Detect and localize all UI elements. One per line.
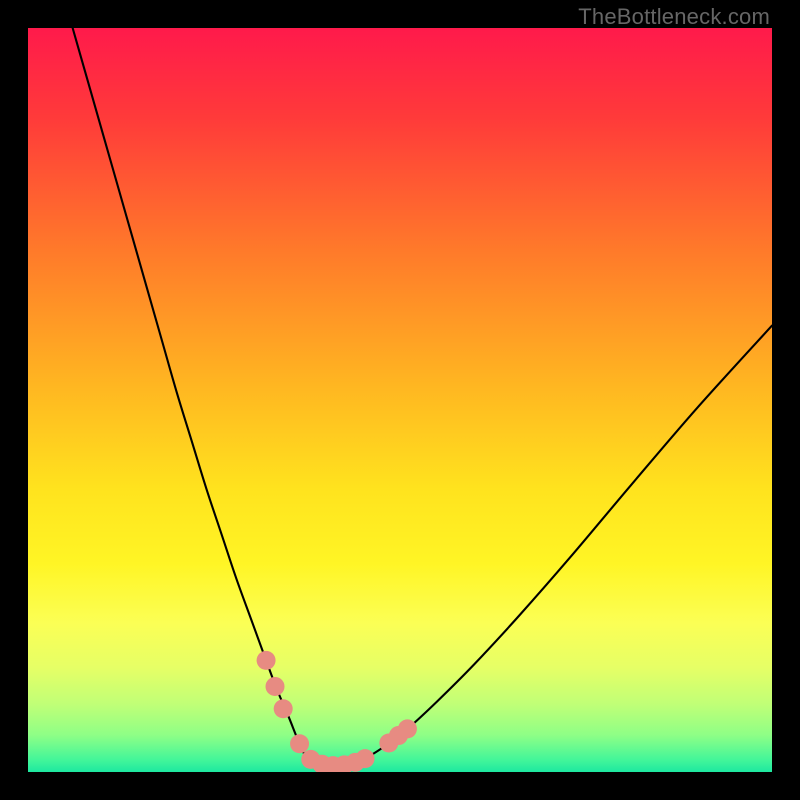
marker-layer: [28, 28, 772, 772]
data-marker: [266, 677, 285, 696]
data-marker: [356, 749, 375, 768]
data-marker: [290, 734, 309, 753]
watermark-text: TheBottleneck.com: [578, 4, 770, 30]
plot-area: [28, 28, 772, 772]
data-marker: [274, 699, 293, 718]
data-marker: [398, 719, 417, 738]
outer-frame: TheBottleneck.com: [0, 0, 800, 800]
data-marker: [257, 651, 276, 670]
